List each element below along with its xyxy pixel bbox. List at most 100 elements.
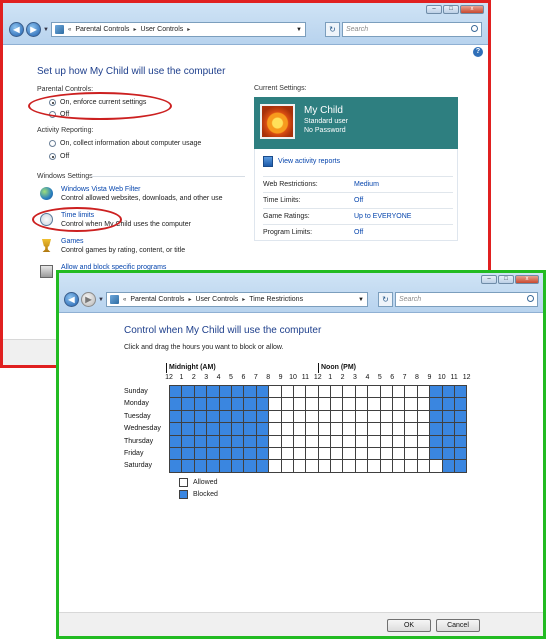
- hour-cell[interactable]: [182, 460, 195, 473]
- hour-cell[interactable]: [256, 435, 270, 448]
- hour-cell[interactable]: [380, 435, 394, 448]
- hour-cell[interactable]: [207, 410, 220, 424]
- hour-cell[interactable]: [417, 435, 431, 448]
- hour-cell[interactable]: [194, 386, 208, 399]
- hour-cell[interactable]: [430, 460, 443, 473]
- breadcrumb-separator-icon[interactable]: ▸: [133, 26, 136, 33]
- hour-cell[interactable]: [405, 435, 418, 448]
- hour-cell[interactable]: [269, 423, 282, 436]
- address-dropdown-icon[interactable]: ▼: [296, 27, 302, 33]
- hour-cell[interactable]: [194, 410, 208, 424]
- hour-cell[interactable]: [207, 386, 220, 399]
- hour-cell[interactable]: [355, 423, 369, 436]
- hour-cell[interactable]: [454, 386, 468, 399]
- breadcrumb-user-controls[interactable]: User Controls: [195, 296, 238, 303]
- maximize-button[interactable]: □: [498, 275, 514, 284]
- hour-cell[interactable]: [269, 460, 282, 473]
- hour-cell[interactable]: [405, 447, 418, 461]
- breadcrumb-separator-icon[interactable]: ▸: [188, 296, 191, 303]
- breadcrumb-parental-controls[interactable]: Parental Controls: [130, 296, 184, 303]
- hour-cell[interactable]: [343, 447, 356, 461]
- hour-cell[interactable]: [306, 447, 319, 461]
- hour-cell[interactable]: [170, 460, 183, 473]
- hour-cell[interactable]: [405, 386, 418, 399]
- activity-off-label[interactable]: Off: [60, 153, 69, 160]
- hour-cell[interactable]: [219, 386, 232, 399]
- hour-cell[interactable]: [454, 410, 468, 424]
- hour-cell[interactable]: [293, 435, 307, 448]
- search-icon[interactable]: [527, 295, 534, 302]
- hour-cell[interactable]: [430, 386, 443, 399]
- back-arrow-icon[interactable]: ◀: [64, 292, 79, 307]
- hour-cell[interactable]: [306, 398, 319, 411]
- hour-cell[interactable]: [380, 398, 394, 411]
- hour-cell[interactable]: [393, 435, 406, 448]
- hour-cell[interactable]: [170, 435, 183, 448]
- hour-cell[interactable]: [256, 447, 270, 461]
- hour-cell[interactable]: [417, 386, 431, 399]
- hour-cell[interactable]: [231, 410, 245, 424]
- recent-pages-chevron-icon[interactable]: ▼: [98, 297, 104, 303]
- hour-cell[interactable]: [256, 460, 270, 473]
- hour-cell[interactable]: [454, 398, 468, 411]
- hour-cell[interactable]: [182, 410, 195, 424]
- back-arrow-icon[interactable]: ◀: [9, 22, 24, 37]
- hour-cell[interactable]: [182, 386, 195, 399]
- hour-cell[interactable]: [368, 386, 381, 399]
- hour-cell[interactable]: [244, 423, 257, 436]
- summary-value-link[interactable]: Off: [354, 197, 363, 204]
- summary-value-link[interactable]: Medium: [354, 181, 379, 188]
- hour-cell[interactable]: [343, 386, 356, 399]
- hour-cell[interactable]: [417, 398, 431, 411]
- view-reports-link[interactable]: View activity reports: [263, 156, 340, 167]
- hour-cell[interactable]: [244, 447, 257, 461]
- activity-on-label[interactable]: On, collect information about computer u…: [60, 140, 201, 147]
- hour-cell[interactable]: [231, 398, 245, 411]
- hour-cell[interactable]: [244, 386, 257, 399]
- hour-cell[interactable]: [207, 398, 220, 411]
- hour-cell[interactable]: [442, 447, 455, 461]
- address-bar[interactable]: « Parental Controls ▸ User Controls ▸ ▼: [51, 22, 306, 37]
- hour-cell[interactable]: [256, 398, 270, 411]
- hour-cell[interactable]: [331, 460, 344, 473]
- hour-cell[interactable]: [182, 435, 195, 448]
- hour-cell[interactable]: [219, 398, 232, 411]
- hour-cell[interactable]: [281, 410, 294, 424]
- view-reports-label[interactable]: View activity reports: [278, 158, 340, 165]
- forward-arrow-icon[interactable]: ▶: [81, 292, 96, 307]
- hour-cell[interactable]: [318, 423, 332, 436]
- summary-value-link[interactable]: Off: [354, 229, 363, 236]
- hour-cell[interactable]: [380, 386, 394, 399]
- hour-cell[interactable]: [194, 435, 208, 448]
- radio-icon[interactable]: [49, 111, 56, 118]
- cancel-button[interactable]: Cancel: [436, 619, 480, 632]
- address-dropdown-icon[interactable]: ▼: [358, 297, 364, 303]
- minimize-button[interactable]: –: [481, 275, 497, 284]
- hour-cell[interactable]: [405, 460, 418, 473]
- hour-cell[interactable]: [219, 410, 232, 424]
- hour-cell[interactable]: [430, 423, 443, 436]
- hour-cell[interactable]: [244, 410, 257, 424]
- hour-cell[interactable]: [207, 447, 220, 461]
- hour-cell[interactable]: [256, 386, 270, 399]
- search-input[interactable]: Search: [342, 22, 482, 37]
- radio-selected-icon[interactable]: [49, 99, 56, 106]
- hour-cell[interactable]: [442, 423, 455, 436]
- hour-cell[interactable]: [306, 386, 319, 399]
- hour-cell[interactable]: [293, 460, 307, 473]
- hour-cell[interactable]: [430, 435, 443, 448]
- hour-cell[interactable]: [269, 386, 282, 399]
- hour-cell[interactable]: [417, 460, 431, 473]
- hour-cell[interactable]: [454, 435, 468, 448]
- hour-cell[interactable]: [331, 398, 344, 411]
- hour-cell[interactable]: [417, 410, 431, 424]
- hour-cell[interactable]: [281, 386, 294, 399]
- hour-cell[interactable]: [430, 398, 443, 411]
- hour-cell[interactable]: [380, 447, 394, 461]
- hour-cell[interactable]: [194, 447, 208, 461]
- hour-cell[interactable]: [430, 410, 443, 424]
- hour-cell[interactable]: [368, 398, 381, 411]
- hour-cell[interactable]: [244, 460, 257, 473]
- hour-cell[interactable]: [454, 423, 468, 436]
- hour-cell[interactable]: [281, 447, 294, 461]
